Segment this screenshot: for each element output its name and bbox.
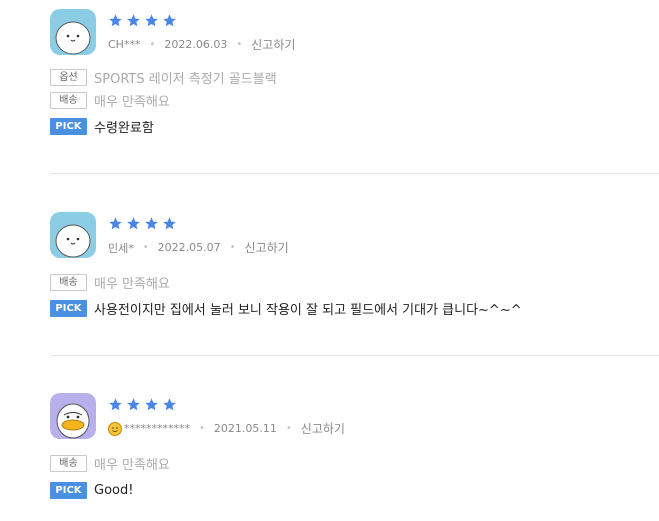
avatar: [50, 9, 96, 55]
review-meta: ************ • 2021.05.11 • 신고하기: [108, 420, 345, 437]
delivery-tag: 배송: [50, 91, 87, 109]
report-link[interactable]: 신고하기: [301, 420, 345, 437]
separator-dot: •: [199, 423, 205, 434]
star-icon: [163, 398, 176, 411]
option-tag: 옵션: [50, 68, 87, 86]
delivery-row: 배송 매우 만족해요: [50, 273, 170, 292]
review-item: 민세* • 2022.05.07 • 신고하기 배송 매우 만족해요 PICK …: [50, 212, 659, 322]
delivery-row: 배송 매우 만족해요: [50, 454, 170, 473]
review-item: CH*** • 2022.06.03 • 신고하기 옵션 SPORTS 레이저 …: [50, 9, 659, 139]
pick-badge: PICK: [50, 299, 87, 317]
reviewer-name: 민세*: [108, 241, 134, 255]
star-icon: [145, 217, 158, 230]
delivery-value: 매우 만족해요: [94, 94, 170, 110]
review-date: 2021.05.11: [213, 422, 277, 435]
delivery-tag: 배송: [50, 273, 87, 291]
report-link[interactable]: 신고하기: [251, 36, 295, 53]
smiley-emoji-icon: [108, 421, 122, 436]
delivery-value: 매우 만족해요: [94, 276, 170, 292]
star-icon: [163, 14, 176, 27]
avatar: [50, 393, 96, 439]
avatar: [50, 212, 96, 258]
white-character-avatar-icon: [50, 212, 96, 258]
duck-character-avatar-icon: [50, 393, 96, 439]
star-icon: [127, 14, 140, 27]
review-date: 2022.05.07: [157, 241, 221, 254]
review-comment: Good!: [94, 482, 134, 498]
pick-badge: PICK: [50, 117, 87, 135]
review-comment: 사용전이지만 집에서 눌러 보니 작용이 잘 되고 필드에서 기대가 큽니다~^…: [94, 302, 522, 318]
option-value: SPORTS 레이저 측정기 골드블랙: [94, 71, 277, 87]
pick-row: PICK 사용전이지만 집에서 눌러 보니 작용이 잘 되고 필드에서 기대가 …: [50, 299, 522, 318]
rating-stars: [108, 397, 177, 415]
rating-stars: [108, 216, 177, 234]
report-link[interactable]: 신고하기: [245, 239, 289, 256]
review-date: 2022.06.03: [164, 38, 228, 51]
reviewer-name: ************: [124, 422, 190, 435]
pick-row: PICK Good!: [50, 481, 133, 499]
delivery-row: 배송 매우 만족해요: [50, 91, 170, 110]
option-row: 옵션 SPORTS 레이저 측정기 골드블랙: [50, 68, 277, 87]
white-character-avatar-icon: [50, 9, 96, 55]
delivery-value: 매우 만족해요: [94, 457, 170, 473]
star-icon: [127, 217, 140, 230]
separator-dot: •: [236, 39, 243, 50]
star-icon: [145, 398, 158, 411]
separator-dot: •: [142, 242, 149, 253]
divider: [50, 173, 659, 174]
divider: [50, 355, 659, 356]
star-icon: [127, 398, 140, 411]
rating-stars: [108, 13, 177, 31]
delivery-tag: 배송: [50, 454, 87, 472]
pick-row: PICK 수령완료함: [50, 117, 154, 136]
separator-dot: •: [229, 242, 236, 253]
separator-dot: •: [285, 423, 292, 434]
star-icon: [163, 217, 176, 230]
star-icon: [109, 398, 122, 411]
star-icon: [109, 14, 122, 27]
review-item: ************ • 2021.05.11 • 신고하기 배송 매우 만…: [50, 393, 659, 503]
star-icon: [145, 14, 158, 27]
review-meta: 민세* • 2022.05.07 • 신고하기: [108, 239, 289, 256]
review-comment: 수령완료함: [94, 120, 154, 136]
review-meta: CH*** • 2022.06.03 • 신고하기: [108, 36, 295, 53]
star-icon: [109, 217, 122, 230]
pick-badge: PICK: [50, 481, 87, 499]
reviewer-name: CH***: [108, 38, 141, 51]
separator-dot: •: [149, 39, 156, 50]
